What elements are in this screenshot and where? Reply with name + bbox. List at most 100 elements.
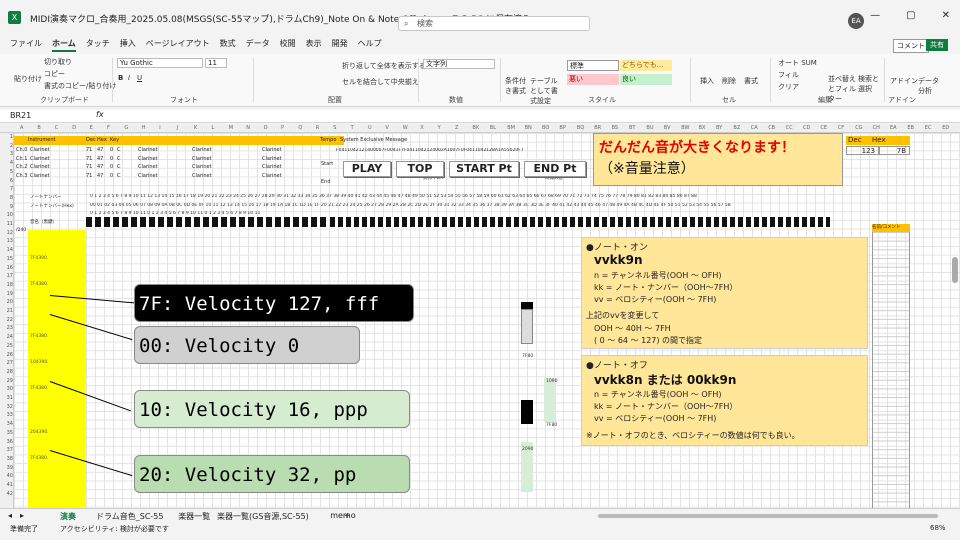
channel-cell-ch[interactable]: Ch.0 — [16, 146, 27, 155]
row-header[interactable]: 22 — [0, 317, 13, 323]
column-header[interactable]: EA — [890, 125, 897, 131]
channel-cell-dec[interactable]: 71 — [86, 163, 92, 172]
row-header[interactable]: 12 — [0, 230, 13, 236]
column-header[interactable]: BR — [594, 125, 601, 131]
channel-cell-c[interactable]: C — [117, 146, 121, 155]
top-button[interactable]: TOP — [396, 161, 444, 177]
channel-cell-ch[interactable]: Ch.3 — [16, 172, 27, 181]
column-header[interactable]: BN — [525, 125, 532, 131]
event-label[interactable]: 7F4380. — [30, 334, 48, 339]
close-icon[interactable]: ✕ — [942, 10, 950, 21]
event-label[interactable]: 7F4380. — [30, 386, 48, 391]
ribbon-tab[interactable]: 校閲 — [280, 38, 296, 52]
column-header[interactable]: BO — [542, 125, 549, 131]
row-header[interactable]: 17 — [0, 273, 13, 279]
row-header[interactable]: 2 — [0, 143, 13, 149]
comment-column[interactable] — [872, 232, 910, 508]
column-header[interactable]: BW — [681, 125, 689, 131]
number-format-select[interactable]: 文字列 — [423, 59, 495, 69]
channel-cell-inst[interactable]: Clarinet — [138, 163, 158, 172]
channel-cell-c[interactable]: C — [117, 163, 121, 172]
row-header[interactable]: 38 — [0, 456, 13, 462]
merge-center-button[interactable]: セルを結合して中央揃え — [342, 77, 419, 87]
row-header[interactable]: 8 — [0, 195, 13, 201]
channel-cell-key[interactable]: 0 — [110, 163, 113, 172]
fill-button[interactable]: フィル — [778, 70, 799, 80]
start-pt-button[interactable]: START Pt — [449, 161, 519, 177]
row-header[interactable]: 15 — [0, 256, 13, 262]
row-header[interactable]: 24 — [0, 334, 13, 340]
column-header[interactable]: EB — [907, 125, 914, 131]
channel-cell-inst[interactable]: Clarinet — [262, 146, 282, 155]
column-header[interactable]: BK — [472, 125, 479, 131]
column-header[interactable]: W — [403, 125, 408, 131]
column-header[interactable]: C — [55, 125, 59, 131]
column-header[interactable]: B — [37, 125, 40, 131]
next-sheet-icon[interactable]: ▸ — [20, 511, 24, 520]
ribbon-tab[interactable]: ページレイアウト — [146, 38, 210, 52]
column-header[interactable]: CE — [820, 125, 827, 131]
sheet-tab[interactable]: memo — [330, 511, 355, 520]
paste-button[interactable]: 貼り付け — [14, 74, 42, 84]
channel-cell-inst[interactable]: Clarinet — [262, 155, 282, 164]
column-header[interactable]: Z — [455, 125, 458, 131]
prev-sheet-icon[interactable]: ◂ — [8, 511, 12, 520]
data-analysis-button[interactable]: データ分析 — [918, 76, 942, 96]
copy-button[interactable]: コピー — [44, 69, 65, 79]
channel-cell-inst[interactable]: Clarinet — [192, 146, 212, 155]
insert-cells-button[interactable]: 挿入 — [700, 76, 714, 86]
search-input[interactable]: ⌕ 検索 — [398, 16, 590, 31]
column-header[interactable]: EC — [925, 125, 932, 131]
share-button[interactable]: 共有 — [926, 39, 948, 51]
font-size-select[interactable]: 11 — [205, 58, 227, 68]
channel-cell-inst[interactable]: Clarinet — [138, 172, 158, 181]
ribbon-tab[interactable]: ホーム — [52, 38, 76, 52]
row-header[interactable]: 1 — [0, 134, 13, 140]
column-header[interactable]: BM — [507, 125, 515, 131]
style-good[interactable]: 良い — [620, 74, 672, 85]
ribbon-tab[interactable]: データ — [246, 38, 270, 52]
channel-cell-inst[interactable]: Clarinet — [138, 146, 158, 155]
conditional-format-button[interactable]: 条件付き書式 — [505, 76, 529, 96]
column-header[interactable]: BL — [490, 125, 496, 131]
row-header[interactable]: 31 — [0, 395, 13, 401]
row-header[interactable]: 19 — [0, 291, 13, 297]
column-header[interactable]: CH — [873, 125, 880, 131]
channel-cell-key[interactable]: 0 — [110, 172, 113, 181]
column-header[interactable]: J — [177, 125, 178, 131]
column-header[interactable]: CA — [751, 125, 758, 131]
channel-cell-inst[interactable]: Clarinet — [30, 146, 50, 155]
style-neutral[interactable]: どちらでも... — [620, 60, 672, 71]
row-header[interactable]: 5 — [0, 169, 13, 175]
column-header[interactable]: I — [159, 125, 160, 131]
wrap-text-button[interactable]: 折り返して全体を表示する — [342, 61, 426, 71]
channel-cell-inst[interactable]: Clarinet — [138, 155, 158, 164]
row-header[interactable]: 42 — [0, 491, 13, 497]
sheet-tab[interactable]: 楽器一覧 — [178, 511, 210, 522]
column-header[interactable]: BY — [716, 125, 722, 131]
column-header[interactable]: E — [90, 125, 93, 131]
column-header[interactable]: CB — [768, 125, 775, 131]
row-header[interactable]: 9 — [0, 204, 13, 210]
column-header[interactable]: L — [211, 125, 214, 131]
column-header[interactable]: BZ — [733, 125, 740, 131]
format-cells-button[interactable]: 書式 — [744, 76, 758, 86]
row-header[interactable]: 26 — [0, 352, 13, 358]
channel-cell-dec[interactable]: 71 — [86, 146, 92, 155]
channel-cell-inst[interactable]: Clarinet — [30, 155, 50, 164]
row-header[interactable]: 35 — [0, 430, 13, 436]
row-header[interactable]: 3 — [0, 151, 13, 157]
end-pt-button[interactable]: END Pt — [524, 161, 586, 177]
vertical-scrollbar[interactable] — [952, 257, 958, 283]
ribbon-tab[interactable]: 挿入 — [120, 38, 136, 52]
cut-button[interactable]: 切り取り — [44, 57, 72, 67]
column-header[interactable]: G — [124, 125, 128, 131]
row-header[interactable]: 33 — [0, 412, 13, 418]
column-header[interactable]: Q — [298, 125, 302, 131]
channel-cell-dec[interactable]: 71 — [86, 172, 92, 181]
column-header[interactable]: D — [72, 125, 76, 131]
event-label[interactable]: 7F4380. — [30, 456, 48, 461]
channel-cell-hex[interactable]: 47 — [97, 155, 103, 164]
comment-button[interactable]: コメント — [893, 39, 929, 53]
underline-button[interactable]: U — [137, 74, 142, 82]
